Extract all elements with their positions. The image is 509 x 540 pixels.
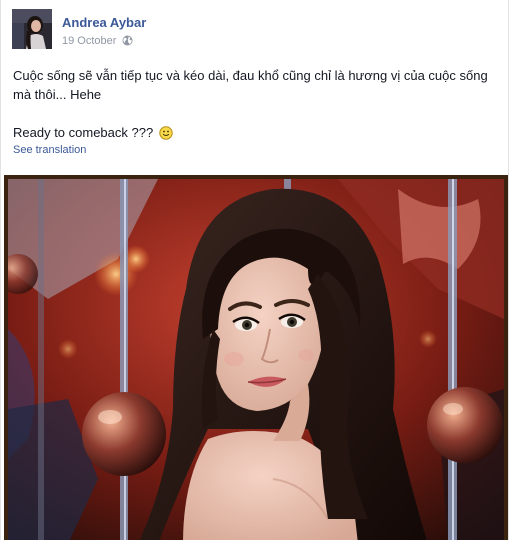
smiley-icon: [159, 126, 173, 145]
author-name[interactable]: Andrea Aybar: [62, 15, 146, 30]
photo-image: [8, 179, 504, 540]
see-translation-link[interactable]: See translation: [13, 144, 86, 156]
avatar-image: [12, 9, 52, 49]
post-text: Cuộc sống sẽ vẫn tiếp tục và kéo dài, đa…: [13, 66, 499, 145]
post-text-line-1: Cuộc sống sẽ vẫn tiếp tục và kéo dài, đa…: [13, 68, 488, 102]
post-card: Andrea Aybar 19 October Cuộc sống sẽ vẫn…: [0, 0, 509, 540]
post-photo[interactable]: [4, 175, 508, 540]
post-text-line-2: Ready to comeback ???: [13, 125, 154, 140]
post-date[interactable]: 19 October: [62, 35, 116, 47]
post-text-line-2-row: Ready to comeback ???: [13, 123, 499, 145]
post-meta: 19 October: [62, 35, 133, 49]
globe-icon[interactable]: [122, 35, 133, 49]
avatar[interactable]: [12, 9, 52, 49]
